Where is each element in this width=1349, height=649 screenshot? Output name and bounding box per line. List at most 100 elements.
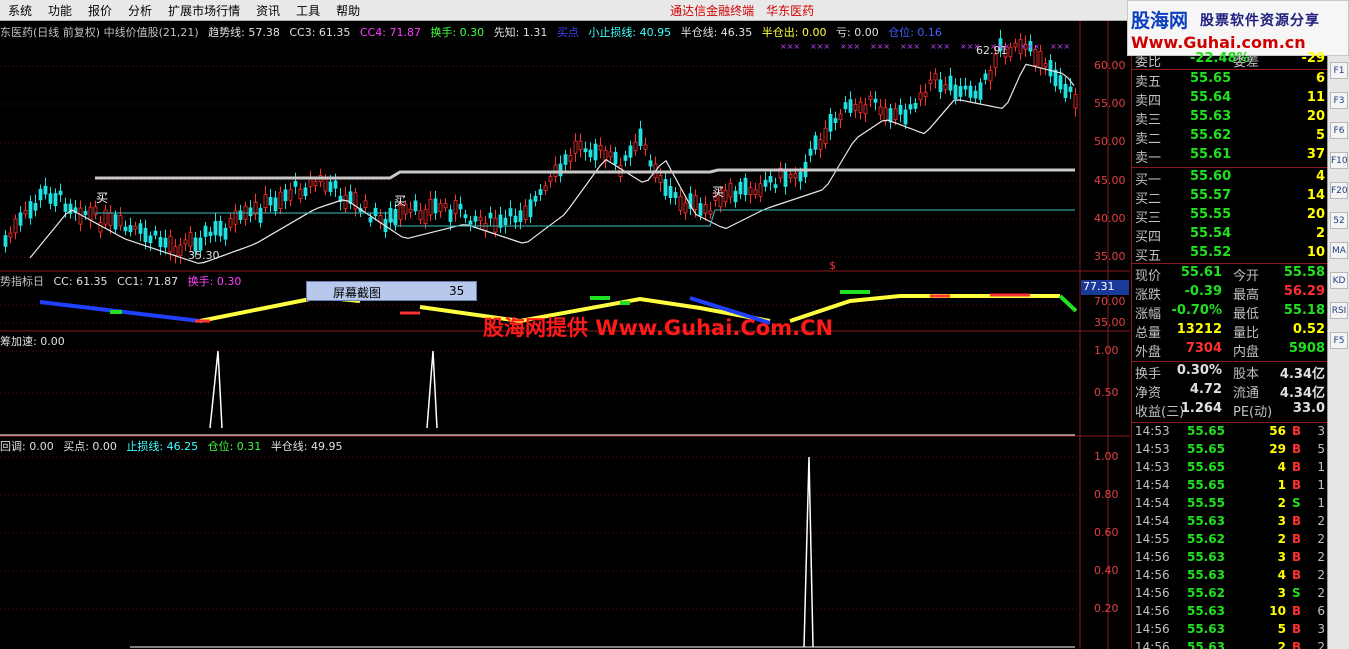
candle-body	[268, 197, 273, 206]
candle-body	[538, 189, 543, 196]
toolbar-button[interactable]: RSI	[1330, 302, 1348, 319]
candle-body	[133, 225, 138, 230]
candle-body	[38, 188, 43, 201]
p2-ylabel-70: 70.00	[1094, 295, 1126, 308]
candle-body	[1038, 50, 1043, 69]
stat-label: 今开	[1233, 269, 1260, 284]
menu-help[interactable]: 帮助	[328, 2, 368, 19]
tick-row[interactable]: 14:55 55.62 2 B 2	[1132, 532, 1328, 550]
candle-body	[833, 118, 838, 123]
bid-row[interactable]: 买二 55.57 14	[1132, 188, 1328, 207]
ask-row[interactable]: 卖三 55.63 20	[1132, 109, 1328, 128]
candle-body	[838, 113, 843, 121]
menu-tools[interactable]: 工具	[288, 2, 328, 19]
tick-row[interactable]: 14:56 55.63 10 B 6	[1132, 604, 1328, 622]
candle-body	[513, 215, 518, 223]
p2-ylabel-35: 35.00	[1094, 316, 1126, 329]
stat-value: 5908	[1288, 341, 1325, 356]
tick-price: 55.65	[1187, 424, 1225, 438]
toolbar-button[interactable]: F6	[1330, 122, 1348, 139]
candle-body	[808, 148, 813, 156]
candle-body	[43, 185, 48, 195]
tick-row[interactable]: 14:54 55.63 3 B 2	[1132, 514, 1328, 532]
ask-volume: 5	[1315, 128, 1325, 143]
menu-quote[interactable]: 报价	[80, 2, 120, 19]
candle-body	[1013, 42, 1018, 48]
terminal-link[interactable]: 通达信金融终端	[670, 2, 754, 19]
tick-price: 55.65	[1187, 460, 1225, 474]
toolbar-button[interactable]: F20	[1330, 182, 1348, 199]
bid-row[interactable]: 买四 55.54 2	[1132, 226, 1328, 245]
p4-ylabel-08: 0.80	[1094, 488, 1119, 501]
tick-row[interactable]: 14:56 55.63 4 B 2	[1132, 568, 1328, 586]
tick-row[interactable]: 14:56 55.63 5 B 3	[1132, 622, 1328, 640]
candle-body	[188, 232, 193, 247]
toolbar-button[interactable]: 52	[1330, 212, 1348, 229]
menu-analysis[interactable]: 分析	[120, 2, 160, 19]
bid-row[interactable]: 买三 55.55 20	[1132, 207, 1328, 226]
tick-volume: 1	[1277, 478, 1286, 492]
toolbar-button[interactable]: F3	[1330, 92, 1348, 109]
tick-count: 2	[1317, 514, 1325, 528]
ask-row[interactable]: 卖五 55.65 6	[1132, 71, 1328, 90]
menu-news[interactable]: 资讯	[248, 2, 288, 19]
candle-body	[628, 145, 633, 158]
separator	[1132, 361, 1328, 362]
candle-body	[48, 193, 53, 204]
tick-direction: B	[1292, 514, 1302, 528]
ask-row[interactable]: 卖一 55.61 37	[1132, 147, 1328, 166]
tick-row[interactable]: 14:56 55.63 2 B 2	[1132, 640, 1328, 649]
bid-level-label: 买四	[1135, 230, 1162, 245]
candle-body	[448, 209, 453, 222]
tick-row[interactable]: 14:53 55.65 29 B 5	[1132, 442, 1328, 460]
ask-row[interactable]: 卖二 55.62 5	[1132, 128, 1328, 147]
p4-ylabel-04: 0.40	[1094, 564, 1119, 577]
tick-row[interactable]: 14:54 55.55 2 S 1	[1132, 496, 1328, 514]
toolbar-button[interactable]: F5	[1330, 332, 1348, 349]
tick-row[interactable]: 14:56 55.62 3 S 2	[1132, 586, 1328, 604]
tick-direction: B	[1292, 604, 1302, 618]
stat-label: 外盘	[1135, 345, 1162, 360]
candle-body	[433, 198, 438, 214]
stat-row: 涨跌 -0.39 最高 56.29	[1132, 284, 1328, 303]
candle-body	[18, 212, 23, 226]
menu-extended-market[interactable]: 扩展市场行情	[160, 2, 248, 19]
tick-row[interactable]: 14:56 55.63 3 B 2	[1132, 550, 1328, 568]
stop-loss-line-value: 止损线: 46.25	[126, 440, 199, 453]
candle-body	[908, 104, 913, 110]
tick-volume: 3	[1277, 514, 1286, 528]
candle-body	[598, 145, 603, 151]
screenshot-popup[interactable]: 屏幕截图 35	[306, 281, 477, 301]
p1-ylabel-35: 35.00	[1094, 250, 1126, 263]
prophet-value: 先知: 1.31	[493, 26, 548, 39]
tick-price: 55.62	[1187, 532, 1225, 546]
candle-body	[573, 140, 578, 154]
ask-volume: 6	[1315, 71, 1325, 86]
stock-name-link[interactable]: 华东医药	[766, 2, 814, 19]
fundamental-value: 4.34亿	[1279, 386, 1325, 401]
candle-body	[468, 220, 473, 225]
p1-ylabel-40: 40.00	[1094, 212, 1126, 225]
tick-row[interactable]: 14:53 55.65 56 B 3	[1132, 424, 1328, 442]
tick-price: 55.63	[1187, 604, 1225, 618]
toolbar-button[interactable]: KD	[1330, 272, 1348, 289]
candle-body	[393, 208, 398, 225]
toolbar-button[interactable]: MA	[1330, 242, 1348, 259]
ask-row[interactable]: 卖四 55.64 11	[1132, 90, 1328, 109]
tick-row[interactable]: 14:54 55.65 1 B 1	[1132, 478, 1328, 496]
tick-row[interactable]: 14:53 55.65 4 B 1	[1132, 460, 1328, 478]
menu-function[interactable]: 功能	[40, 2, 80, 19]
candle-body	[283, 189, 288, 202]
toolbar-button[interactable]: F10	[1330, 152, 1348, 169]
toolbar-button[interactable]: F1	[1330, 62, 1348, 79]
tick-volume: 5	[1277, 622, 1286, 636]
stat-value: 55.58	[1283, 265, 1325, 280]
stat-value: 0.52	[1292, 322, 1325, 337]
menu-system[interactable]: 系统	[0, 2, 40, 19]
fundamental-value: 1.264	[1180, 401, 1222, 416]
signal-marker: ×××	[1020, 42, 1040, 51]
bid-row[interactable]: 买五 55.52 10	[1132, 245, 1328, 264]
buy-signal-2: 买	[394, 194, 407, 208]
tick-direction: S	[1292, 586, 1301, 600]
bid-row[interactable]: 买一 55.60 4	[1132, 169, 1328, 188]
